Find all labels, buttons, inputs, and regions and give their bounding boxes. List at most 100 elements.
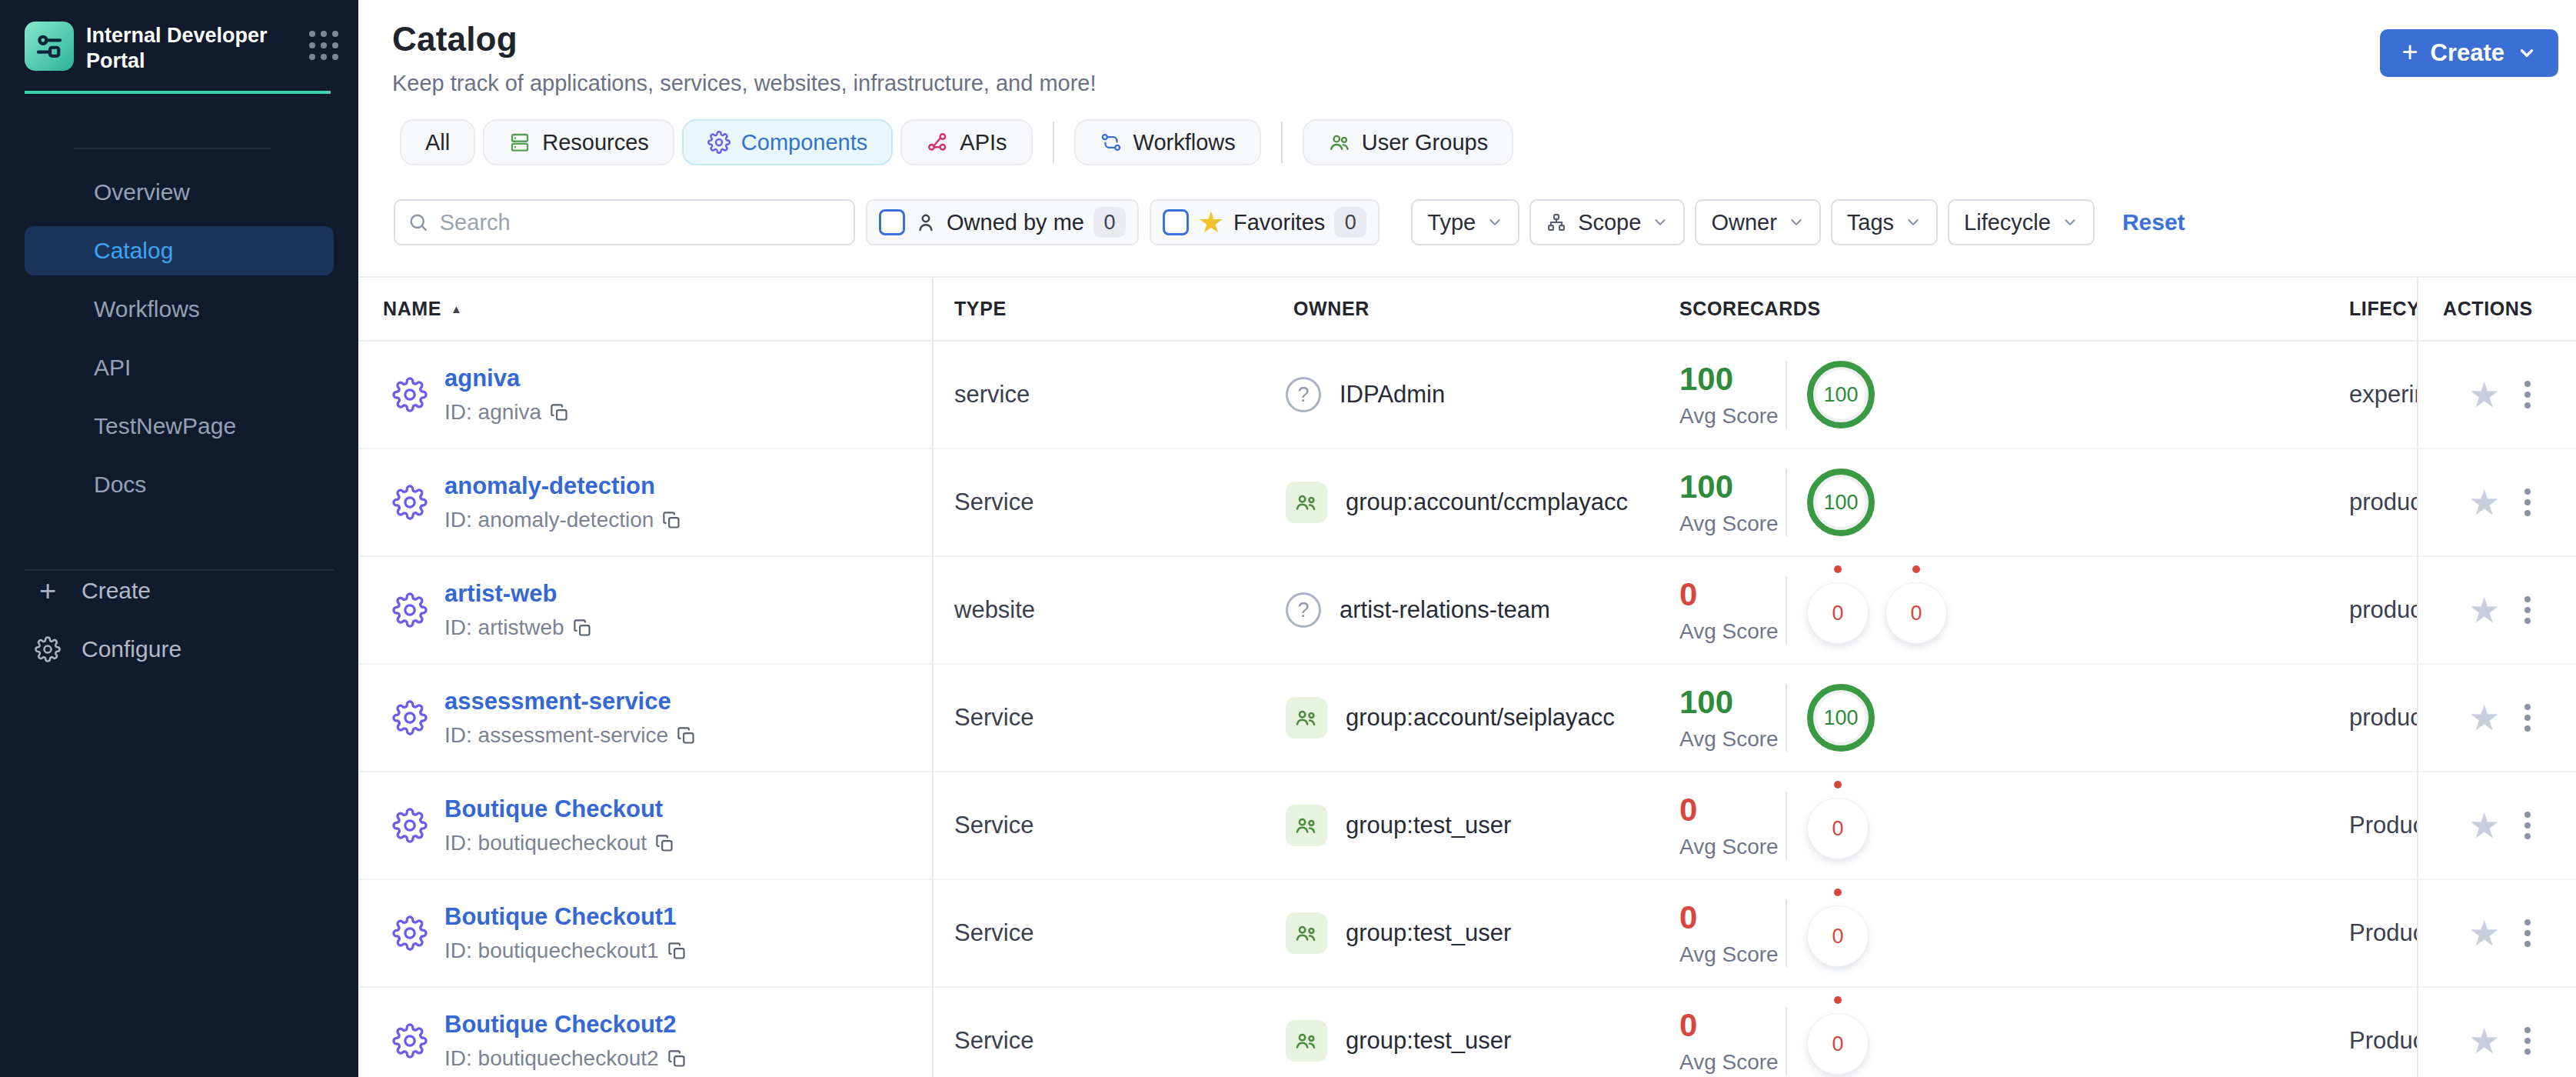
copy-icon[interactable]: [676, 725, 697, 746]
brand-accent-divider: [25, 91, 331, 94]
tab[interactable]: Components: [682, 119, 893, 165]
name-cell: assessment-service ID: assessment-servic…: [358, 688, 932, 748]
search-input[interactable]: [440, 210, 841, 235]
component-id: ID: anomaly-detection: [444, 508, 654, 532]
favorite-star-icon[interactable]: ★: [2468, 915, 2500, 951]
favorites-filter[interactable]: ★ Favorites 0: [1150, 199, 1380, 245]
favorite-star-icon[interactable]: ★: [2468, 700, 2500, 735]
scorecards-cell: 0 Avg Score 0: [1679, 792, 2349, 859]
scorecard-ring[interactable]: 100: [1807, 468, 1875, 536]
scope-icon: [1546, 212, 1567, 233]
create-button[interactable]: + Create: [2380, 29, 2558, 77]
favorite-star-icon[interactable]: ★: [2468, 592, 2500, 628]
copy-icon[interactable]: [667, 1049, 687, 1069]
name-cell: anomaly-detection ID: anomaly-detection: [358, 472, 932, 532]
chevron-down-icon: [1486, 214, 1503, 231]
copy-icon[interactable]: [654, 833, 675, 854]
scorecard-ring[interactable]: 0: [1807, 792, 1869, 859]
sidebar-nav-item[interactable]: Docs: [25, 460, 334, 509]
owner-name: IDPAdmin: [1340, 381, 1445, 408]
owner-name: group:test_user: [1346, 1027, 1511, 1055]
component-gear-icon: [392, 915, 428, 951]
column-header-lifecycle[interactable]: LIFECYCLE: [2349, 298, 2417, 320]
column-header-owner[interactable]: OWNER: [1286, 298, 1679, 320]
scorecards-cell: 0 Avg Score 0: [1679, 1007, 2349, 1075]
type-cell: Service: [932, 1027, 1286, 1055]
more-actions-icon[interactable]: [2520, 1022, 2535, 1059]
favorite-star-icon[interactable]: ★: [2468, 1023, 2500, 1059]
column-header-type[interactable]: TYPE: [932, 298, 1286, 320]
avg-score-label: Avg Score: [1679, 1050, 1786, 1075]
sidebar-configure-button[interactable]: Configure: [25, 631, 334, 668]
sidebar-nav-item[interactable]: Catalog: [25, 226, 334, 275]
avg-score-value: 0: [1679, 576, 1786, 613]
more-actions-icon[interactable]: [2520, 699, 2535, 736]
component-name-link[interactable]: artist-web: [444, 580, 557, 607]
component-name-link[interactable]: agniva: [444, 365, 520, 392]
favorites-checkbox[interactable]: [1163, 209, 1189, 235]
tab[interactable]: APIs: [900, 119, 1032, 165]
component-name-link[interactable]: Boutique Checkout2: [444, 1011, 676, 1038]
component-name-link[interactable]: Boutique Checkout1: [444, 903, 676, 930]
scorecard-ring[interactable]: 0: [1807, 576, 1869, 644]
workflows-icon: [1100, 131, 1123, 154]
component-name-link[interactable]: anomaly-detection: [444, 472, 655, 499]
more-actions-icon[interactable]: [2520, 915, 2535, 952]
reset-filters-button[interactable]: Reset: [2122, 209, 2185, 235]
copy-icon[interactable]: [661, 510, 682, 531]
score-marker-dot: [1834, 996, 1842, 1004]
tab[interactable]: All: [400, 119, 475, 165]
favorite-star-icon[interactable]: ★: [2468, 377, 2500, 412]
chevron-down-icon: [1905, 214, 1922, 231]
score-divider: [1786, 1007, 1787, 1075]
scorecard-ring[interactable]: 0: [1807, 899, 1869, 967]
more-actions-icon[interactable]: [2520, 376, 2535, 413]
scorecard-ring[interactable]: 0: [1807, 1007, 1869, 1075]
search-box[interactable]: [394, 199, 855, 245]
sidebar: Internal Developer Portal Overview Catal…: [0, 0, 358, 1077]
owned-by-me-filter[interactable]: Owned by me 0: [866, 199, 1139, 245]
scorecard-ring[interactable]: 100: [1807, 684, 1875, 752]
filter-dropdown[interactable]: Scope: [1529, 199, 1685, 245]
scorecards-cell: 100 Avg Score 100: [1679, 468, 2349, 536]
owner-cell: group:account/ccmplayacc: [1286, 482, 1679, 523]
tab[interactable]: Workflows: [1074, 119, 1261, 165]
filter-dropdown[interactable]: Tags: [1831, 199, 1938, 245]
filter-dropdown[interactable]: Owner: [1695, 199, 1820, 245]
filter-dropdown[interactable]: Lifecycle: [1948, 199, 2095, 245]
scorecard-ring[interactable]: 100: [1807, 361, 1875, 428]
column-header-scorecards[interactable]: SCORECARDS: [1679, 298, 2349, 320]
tab[interactable]: Resources: [483, 119, 674, 165]
more-actions-icon[interactable]: [2520, 484, 2535, 521]
components-icon: [707, 131, 731, 154]
copy-icon[interactable]: [549, 402, 570, 423]
lifecycle-cell: production: [2349, 704, 2417, 732]
copy-icon[interactable]: [572, 618, 593, 639]
sidebar-nav-item[interactable]: API: [25, 343, 334, 392]
sidebar-nav-item[interactable]: TestNewPage: [25, 402, 334, 451]
copy-icon[interactable]: [667, 941, 687, 962]
column-header-name[interactable]: NAME ▲: [358, 298, 932, 320]
actions-cell: ★: [2417, 376, 2576, 413]
sidebar-nav-item[interactable]: Workflows: [25, 285, 334, 334]
actions-cell: ★: [2417, 484, 2576, 521]
actions-cell: ★: [2417, 1022, 2576, 1059]
more-actions-icon[interactable]: [2520, 592, 2535, 629]
score-marker-dot: [1834, 565, 1842, 573]
filter-dropdown[interactable]: Type: [1411, 199, 1519, 245]
apps-grid-icon[interactable]: [309, 31, 338, 60]
tab[interactable]: User Groups: [1303, 119, 1513, 165]
type-cell: Service: [932, 488, 1286, 516]
component-name-link[interactable]: Boutique Checkout: [444, 795, 663, 822]
scorecard-ring[interactable]: 0: [1885, 576, 1947, 644]
sidebar-create-button[interactable]: + Create: [25, 572, 334, 609]
favorite-star-icon[interactable]: ★: [2468, 808, 2500, 843]
search-icon: [408, 211, 429, 234]
table-row: anomaly-detection ID: anomaly-detection …: [358, 449, 2576, 557]
more-actions-icon[interactable]: [2520, 807, 2535, 844]
sidebar-nav-item[interactable]: Overview: [25, 168, 334, 217]
component-name-link[interactable]: assessment-service: [444, 688, 671, 715]
favorite-star-icon[interactable]: ★: [2468, 485, 2500, 520]
owned-by-me-checkbox[interactable]: [879, 209, 905, 235]
component-id: ID: agniva: [444, 400, 541, 425]
